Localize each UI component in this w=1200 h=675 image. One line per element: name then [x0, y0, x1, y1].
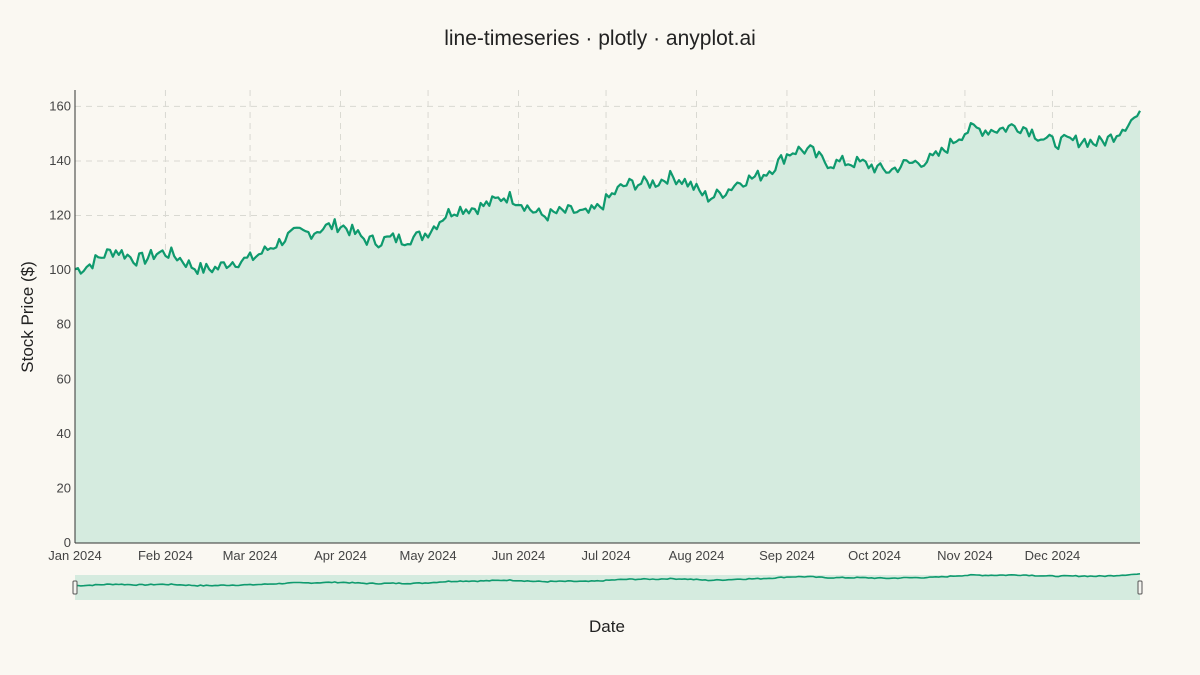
- range-slider[interactable]: [72, 573, 1143, 600]
- range-slider-background[interactable]: [75, 575, 1140, 600]
- x-tick-label: Nov 2024: [937, 548, 993, 563]
- x-tick-label: Jun 2024: [492, 548, 546, 563]
- y-tick-label: 140: [49, 153, 71, 168]
- y-tick-label: 80: [57, 317, 71, 332]
- x-tick-label: Dec 2024: [1025, 548, 1081, 563]
- range-slider-left-handle[interactable]: [72, 580, 78, 595]
- x-tick-label: Feb 2024: [138, 548, 193, 563]
- line-timeseries-chart: 020406080100120140160 Jan 2024 Feb 2024 Ma…: [18, 27, 1143, 636]
- chart-title: line-timeseries · plotly · anyplot.ai: [444, 27, 756, 50]
- x-axis-title: Date: [589, 617, 625, 636]
- y-tick-label: 20: [57, 480, 71, 495]
- x-tick-label: May 2024: [400, 548, 457, 563]
- x-tick-labels: Jan 2024 Feb 2024 Mar 2024 Apr 2024 May 2024…: [48, 548, 1080, 563]
- range-slider-right-handle[interactable]: [1137, 580, 1143, 595]
- y-tick-label: 40: [57, 426, 71, 441]
- chart-root: 0 20 40 60 80 100 120 140 160 Jan 2024 Feb 2024 Ma…: [0, 0, 1200, 675]
- y-tick-label: 100: [49, 262, 71, 277]
- area-fill: [75, 110, 1140, 544]
- y-tick-labels: 020406080100120140160: [49, 98, 71, 550]
- x-tick-label: Jan 2024: [48, 548, 102, 563]
- x-tick-label: Sep 2024: [759, 548, 815, 563]
- x-tick-label: Mar 2024: [223, 548, 278, 563]
- x-tick-label: Apr 2024: [314, 548, 367, 563]
- x-tick-label: Oct 2024: [848, 548, 901, 563]
- y-tick-label: 160: [49, 98, 71, 113]
- y-tick-label: 120: [49, 208, 71, 223]
- x-tick-label: Aug 2024: [669, 548, 725, 563]
- x-tick-label: Jul 2024: [581, 548, 630, 563]
- y-tick-label: 60: [57, 371, 71, 386]
- y-axis-title: Stock Price ($): [18, 261, 37, 372]
